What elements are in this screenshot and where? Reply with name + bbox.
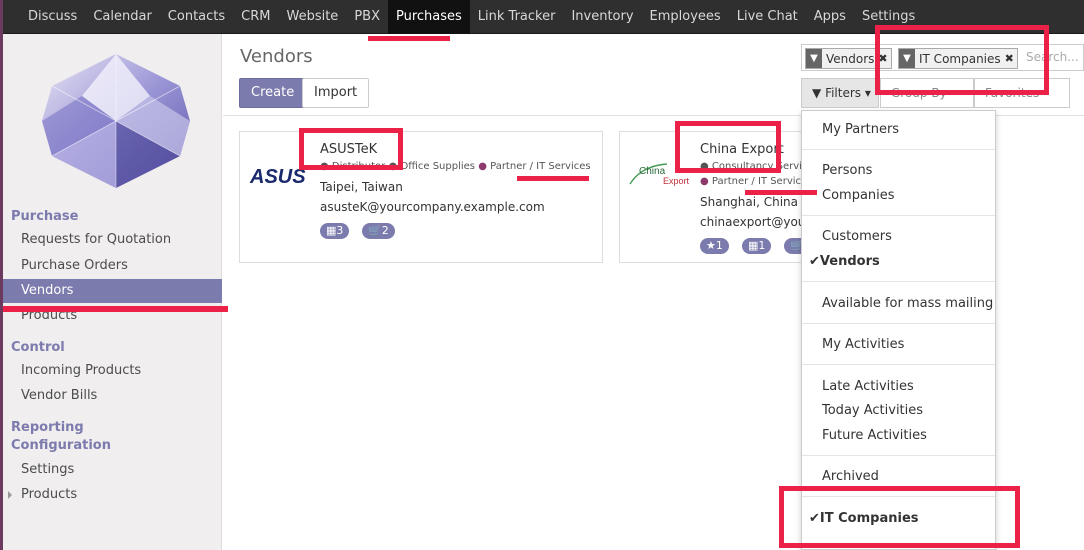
vendor-city: Taipei, Taiwan	[320, 180, 403, 194]
filter-late-activities[interactable]: Late Activities	[822, 379, 914, 394]
calendar-icon: ▦	[326, 224, 337, 237]
highlight-underline	[3, 306, 228, 312]
topnav-purchases[interactable]: Purchases	[387, 0, 470, 34]
topnav-discuss[interactable]: Discuss	[20, 0, 85, 34]
window-edge	[0, 0, 3, 550]
badge-count: 2	[381, 224, 389, 237]
filter-icon: ▼	[806, 49, 822, 68]
filter-companies[interactable]: Companies	[822, 188, 895, 203]
badge-count: 3	[336, 224, 344, 237]
tag: Partner / IT Services	[490, 161, 591, 172]
purchases-badge[interactable]: 🛒2	[362, 223, 395, 239]
star-icon: ★	[706, 239, 716, 252]
checkmark-icon: ✔	[809, 254, 820, 269]
meetings-badge[interactable]: ▦1	[742, 238, 772, 254]
topnav-calendar[interactable]: Calendar	[85, 0, 159, 34]
sidebar-item-vendor-bills[interactable]: Vendor Bills	[0, 384, 222, 408]
top-menu: Discuss Calendar Contacts CRM Website PB…	[20, 0, 923, 34]
cart-icon: 🛒	[368, 224, 382, 237]
highlight-underline	[745, 190, 817, 195]
filter-archived[interactable]: Archived	[822, 469, 879, 484]
tag-dot: ●	[478, 161, 491, 172]
section-control: Control	[11, 340, 65, 355]
topnav-crm[interactable]: CRM	[233, 0, 278, 34]
calendar-icon: ▦	[748, 239, 759, 252]
badge-count: 1	[715, 239, 723, 252]
caret-down-icon: ▾	[864, 86, 871, 100]
highlight-underline	[368, 36, 450, 41]
highlight-box	[875, 25, 1049, 95]
divider	[802, 281, 995, 282]
topnav-website[interactable]: Website	[278, 0, 346, 34]
divider	[802, 323, 995, 324]
filter-today-activities[interactable]: Today Activities	[822, 403, 923, 418]
filter-future-activities[interactable]: Future Activities	[822, 428, 927, 443]
filters-label: Filters	[825, 86, 862, 100]
filter-vendors[interactable]: ✔Vendors	[809, 254, 880, 269]
section-reporting[interactable]: Reporting	[11, 420, 84, 435]
filters-button[interactable]: ▼ Filters ▾	[801, 78, 879, 108]
sidebar: Purchase Requests for Quotation Purchase…	[0, 34, 222, 550]
divider	[802, 149, 995, 150]
svg-text:Export: Export	[663, 176, 690, 186]
filter-persons[interactable]: Persons	[822, 163, 872, 178]
section-purchase: Purchase	[11, 209, 79, 224]
divider	[802, 364, 995, 365]
section-configuration: Configuration	[11, 438, 111, 453]
vendor-city: Shanghai, China	[700, 195, 798, 209]
sidebar-item-config-products[interactable]: Products	[0, 483, 222, 507]
filter-my-activities[interactable]: My Activities	[822, 337, 904, 352]
badge-count: 1	[758, 239, 766, 252]
sidebar-item-settings[interactable]: Settings	[0, 458, 222, 482]
tag: Partner / IT Services	[711, 176, 813, 187]
divider	[802, 215, 995, 216]
sidebar-item-label: Products	[21, 487, 78, 502]
tag-dot: ●	[700, 176, 712, 187]
sidebar-item-vendors[interactable]: Vendors	[0, 279, 222, 303]
caret-right-icon	[8, 491, 12, 499]
sidebar-item-incoming-products[interactable]: Incoming Products	[0, 359, 222, 383]
filter-label: Vendors	[819, 254, 880, 269]
create-button[interactable]: Create	[239, 78, 307, 108]
filters-dropdown: My Partners Persons Companies Customers …	[801, 110, 996, 550]
facet-label: Vendors	[826, 51, 875, 66]
vendor-tags-line2: ● Partner / IT Services	[700, 176, 812, 187]
topnav-employees[interactable]: Employees	[642, 0, 729, 34]
import-button[interactable]: Import	[302, 78, 370, 108]
filter-mass-mailing[interactable]: Available for mass mailing	[822, 296, 993, 311]
main-content: Vendors Create Import ▼ Vendors ✖ ▼ IT C…	[223, 34, 1084, 550]
topnav-pbx[interactable]: PBX	[346, 0, 388, 34]
topnav-inventory[interactable]: Inventory	[563, 0, 641, 34]
topnav-contacts[interactable]: Contacts	[160, 0, 233, 34]
highlight-underline	[517, 176, 589, 181]
vendor-card[interactable]: ASUS ASUSTeK ● Distributor ● Office Supp…	[239, 131, 603, 263]
highlight-box	[299, 128, 403, 170]
page-title: Vendors	[240, 46, 313, 67]
highlight-box	[779, 486, 1020, 548]
sidebar-item-rfq[interactable]: Requests for Quotation	[0, 228, 222, 252]
filter-icon: ▼	[812, 86, 822, 100]
topnav-apps[interactable]: Apps	[806, 0, 854, 34]
svg-text:ASUS: ASUS	[249, 166, 306, 187]
vendor-email: asusteK@yourcompany.example.com	[320, 200, 545, 214]
company-logo[interactable]	[30, 46, 202, 196]
filter-my-partners[interactable]: My Partners	[822, 122, 899, 137]
divider	[802, 455, 995, 456]
topnav-live-chat[interactable]: Live Chat	[729, 0, 806, 34]
highlight-box	[675, 121, 781, 173]
topnav-link-tracker[interactable]: Link Tracker	[470, 0, 564, 34]
svg-text:China: China	[639, 166, 666, 177]
filter-customers[interactable]: Customers	[822, 229, 892, 244]
sidebar-item-purchase-orders[interactable]: Purchase Orders	[0, 254, 222, 278]
meetings-badge[interactable]: ▦3	[320, 223, 350, 239]
rating-badge[interactable]: ★1	[700, 238, 729, 254]
tag: Office Supplies	[400, 161, 476, 172]
